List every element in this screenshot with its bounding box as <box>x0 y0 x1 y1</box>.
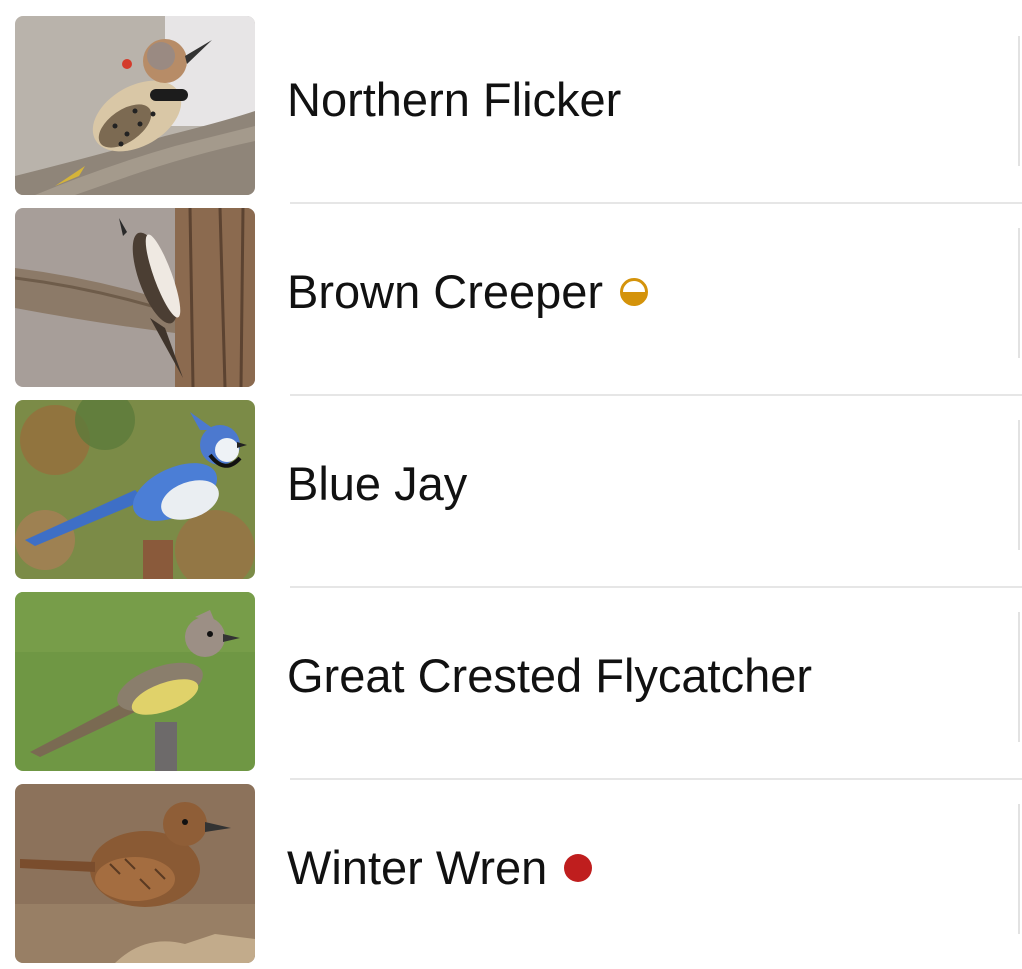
scroll-edge <box>1018 228 1020 358</box>
bird-photo-winter-wren <box>15 784 255 963</box>
species-name-label: Brown Creeper <box>287 265 604 318</box>
species-name: Brown Creeper <box>287 264 649 320</box>
filled-circle-status-icon <box>563 853 593 883</box>
species-name-label: Blue Jay <box>287 457 468 510</box>
scroll-edge <box>1018 420 1020 550</box>
bird-photo-blue-jay <box>15 400 255 579</box>
scroll-edge <box>1018 36 1020 166</box>
species-name: Blue Jay <box>287 456 467 512</box>
species-name: Great Crested Flycatcher <box>287 648 812 704</box>
species-name-label: Great Crested Flycatcher <box>287 649 813 702</box>
list-item-brown-creeper[interactable]: Brown Creeper <box>0 192 1022 396</box>
species-name: Northern Flicker <box>287 72 621 128</box>
half-circle-status-icon <box>619 277 649 307</box>
bird-photo-northern-flicker <box>15 16 255 195</box>
list-item-great-crested-flycatcher[interactable]: Great Crested Flycatcher <box>0 576 1022 780</box>
species-name-label: Winter Wren <box>287 841 548 894</box>
species-name-label: Northern Flicker <box>287 73 622 126</box>
list-item-blue-jay[interactable]: Blue Jay <box>0 384 1022 588</box>
bird-photo-great-crested-flycatcher <box>15 592 255 771</box>
species-list: Northern Flicker Brown Creeper Blue Jay … <box>0 0 1022 969</box>
species-name: Winter Wren <box>287 840 593 896</box>
list-item-winter-wren[interactable]: Winter Wren <box>0 768 1022 963</box>
scroll-edge <box>1018 612 1020 742</box>
bird-photo-brown-creeper <box>15 208 255 387</box>
list-item-northern-flicker[interactable]: Northern Flicker <box>0 0 1022 204</box>
scroll-edge <box>1018 804 1020 934</box>
